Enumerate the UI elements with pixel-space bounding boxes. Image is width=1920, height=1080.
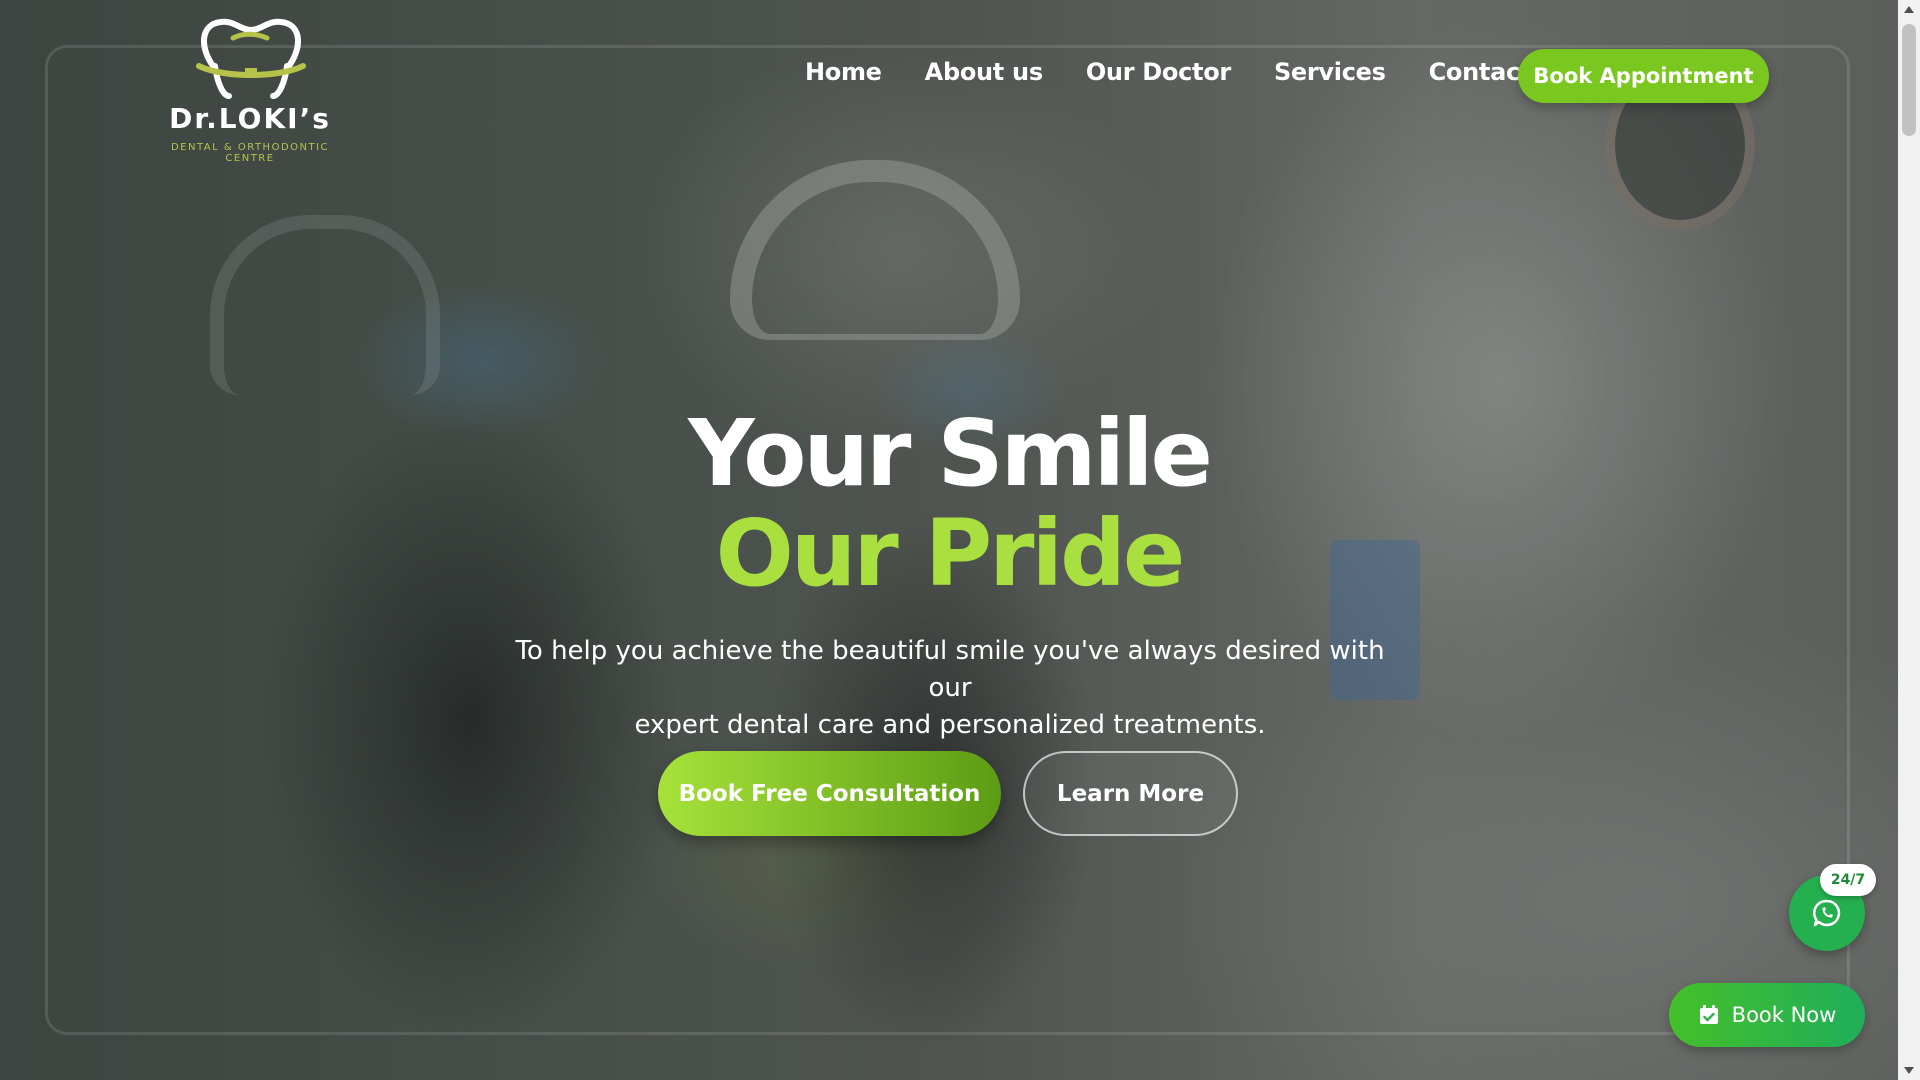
book-now-button[interactable]: Book Now (1669, 983, 1865, 1047)
book-free-consultation-button[interactable]: Book Free Consultation (658, 751, 1001, 836)
book-appointment-button[interactable]: Book Appointment (1518, 49, 1769, 103)
hero-subtitle-line1: To help you achieve the beautiful smile … (515, 636, 1385, 703)
scroll-down-arrow-icon[interactable] (1904, 1067, 1914, 1074)
nav-home[interactable]: Home (805, 58, 882, 86)
tooth-logo-icon (196, 18, 306, 99)
hero-subtitle-line2: expert dental care and personalized trea… (634, 710, 1266, 740)
whatsapp-24-7-badge: 24/7 (1820, 864, 1876, 896)
whatsapp-icon (1812, 899, 1841, 927)
book-now-label: Book Now (1731, 1003, 1837, 1027)
logo-subtitle: DENTAL & ORTHODONTIC CENTRE (170, 142, 330, 164)
nav-about-us[interactable]: About us (925, 58, 1043, 86)
hero-subtitle: To help you achieve the beautiful smile … (510, 633, 1390, 744)
scrollbar-thumb[interactable] (1902, 24, 1916, 136)
scroll-up-arrow-icon[interactable] (1904, 6, 1914, 13)
site-logo[interactable]: Dr.LOKI’s DENTAL & ORTHODONTIC CENTRE (145, 14, 355, 164)
nav-our-doctor[interactable]: Our Doctor (1086, 58, 1231, 86)
logo-title: Dr.LOKI’s (169, 102, 331, 135)
main-nav: Home About us Our Doctor Services Contac… (805, 58, 1570, 86)
page-scrollbar[interactable] (1898, 0, 1920, 1080)
hero-title-line2: Our Pride (715, 500, 1186, 607)
learn-more-button[interactable]: Learn More (1023, 751, 1238, 836)
hero-title-line1: Your Smile (688, 400, 1213, 507)
calendar-check-icon (1699, 1005, 1718, 1024)
nav-services[interactable]: Services (1274, 58, 1386, 86)
